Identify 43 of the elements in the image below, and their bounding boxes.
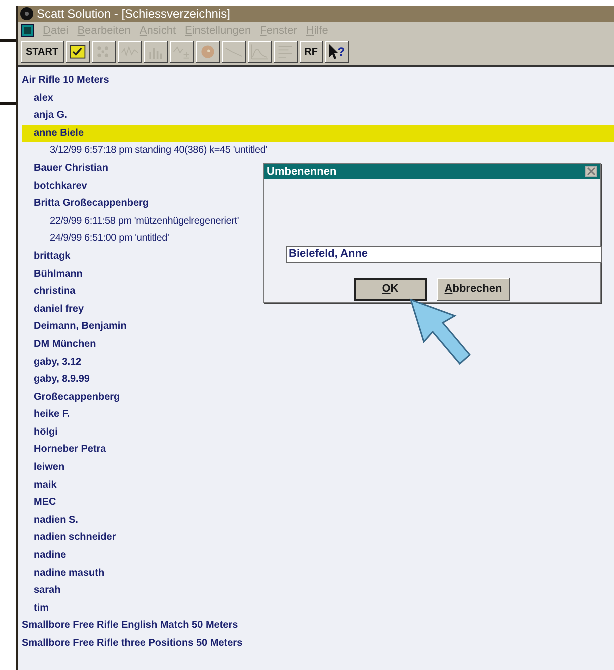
shooter-item[interactable]: alex [22, 90, 614, 108]
curve-icon [250, 43, 269, 61]
shooter-item[interactable]: anne Biele [22, 124, 614, 142]
toolbar-button[interactable] [66, 41, 90, 63]
category-item[interactable]: Air Rifle 10 Meters [22, 72, 614, 90]
shooter-item[interactable]: DM München [22, 336, 614, 354]
dialog-button[interactable]: OK [354, 278, 427, 300]
toolbar-button[interactable]: RF [300, 41, 323, 63]
shooter-item[interactable]: MEC [22, 494, 614, 512]
window-title: Scatt Solution - [Schiessverzeichnis] [37, 7, 230, 21]
target-icon [198, 43, 217, 61]
close-icon [586, 167, 596, 176]
dialog-button[interactable]: Abbrechen [437, 278, 510, 300]
pointer-icon [328, 44, 339, 60]
shooter-item[interactable]: Großecappenberg [22, 388, 614, 406]
toolbar-button[interactable]: START [21, 41, 64, 63]
shooter-item[interactable]: heike F. [22, 406, 614, 424]
shooter-item[interactable]: nadine [22, 547, 614, 565]
dialog-title: Umbenennen [267, 166, 337, 178]
name-input[interactable]: Bielefeld, Anne [286, 246, 602, 262]
shooter-item[interactable]: daniel frey [22, 300, 614, 318]
shooter-item[interactable]: tim [22, 600, 614, 618]
app-icon [20, 7, 34, 21]
shooter-item[interactable]: Horneber Petra [22, 441, 614, 460]
shooter-item[interactable]: nadine masuth [22, 564, 614, 582]
shooter-item[interactable]: nadien S. [22, 512, 614, 530]
help-button[interactable]: ? [324, 41, 349, 63]
shooter-item[interactable]: gaby, 8.9.99 [22, 371, 614, 389]
shooter-item[interactable]: Deimann, Benjamin [22, 318, 614, 336]
shooter-item[interactable]: nadien schneider [22, 529, 614, 548]
checklist-icon [68, 43, 87, 61]
document-icon [21, 24, 34, 37]
lines-icon [276, 43, 295, 61]
close-button[interactable] [585, 166, 597, 177]
shooter-item[interactable]: hölgi [22, 424, 614, 442]
shooter-item[interactable]: anja G. [22, 107, 614, 125]
shooter-item[interactable]: leiwen [22, 459, 614, 477]
session-item[interactable]: 3/12/99 6:57:18 pm standing 40(386) k=45 'untitled' [22, 142, 614, 160]
shooter-item[interactable]: maik [22, 476, 614, 494]
category-item[interactable]: Smallbore Free Rifle English Match 50 Meters [22, 617, 614, 635]
shooter-item[interactable]: gaby, 3.12 [22, 354, 614, 372]
category-item[interactable]: Smallbore Free Rifle three Positions 50 Meters [22, 635, 614, 653]
shooter-item[interactable]: sarah [22, 582, 614, 600]
